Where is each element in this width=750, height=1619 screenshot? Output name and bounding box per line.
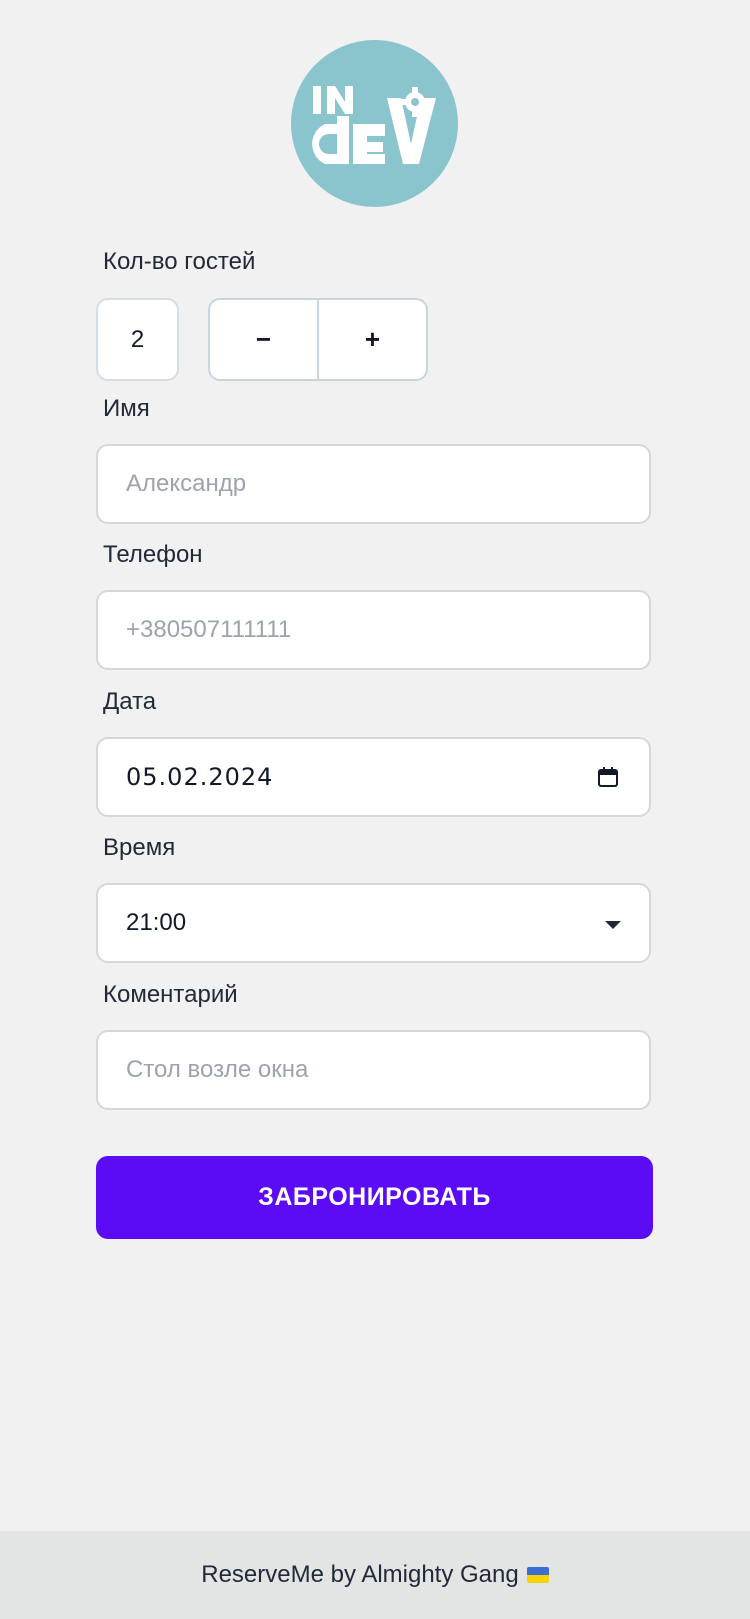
time-select[interactable]: 21:00 — [96, 883, 651, 963]
date-label: Дата — [103, 688, 157, 715]
brand-logo — [291, 40, 458, 207]
caret-down-icon — [605, 921, 621, 929]
time-label: Время — [103, 834, 176, 861]
guest-count-display[interactable]: 2 — [96, 298, 179, 381]
phone-placeholder: +380507111111 — [126, 616, 292, 643]
guest-stepper: − + — [208, 298, 428, 381]
footer: ReserveMe by Almighty Gang — [0, 1531, 750, 1619]
comment-input[interactable]: Стол возле окна — [96, 1030, 651, 1110]
comment-label: Коментарий — [103, 981, 238, 1008]
comment-placeholder: Стол возле окна — [126, 1056, 309, 1083]
phone-input[interactable]: +380507111111 — [96, 590, 651, 670]
increment-guests-button[interactable]: + — [319, 300, 426, 379]
name-label: Имя — [103, 395, 150, 422]
footer-text: ReserveMe by Almighty Gang — [201, 1561, 519, 1588]
name-placeholder: Александр — [126, 470, 247, 497]
date-input[interactable]: 05.02.2024 — [96, 737, 651, 817]
decrement-guests-button[interactable]: − — [210, 300, 317, 379]
name-input[interactable]: Александр — [96, 444, 651, 524]
ukraine-flag-icon — [526, 1567, 549, 1583]
calendar-icon[interactable] — [597, 766, 619, 788]
booking-page: Кол-во гостей 2 − + Имя Александр Телефо… — [0, 0, 750, 1619]
time-value: 21:00 — [126, 909, 187, 936]
indev-logo-icon — [312, 86, 436, 164]
guests-label: Кол-во гостей — [103, 248, 256, 275]
date-value: 05.02.2024 — [126, 763, 274, 791]
reserve-button[interactable]: ЗАБРОНИРОВАТЬ — [96, 1156, 653, 1239]
phone-label: Телефон — [103, 541, 203, 568]
